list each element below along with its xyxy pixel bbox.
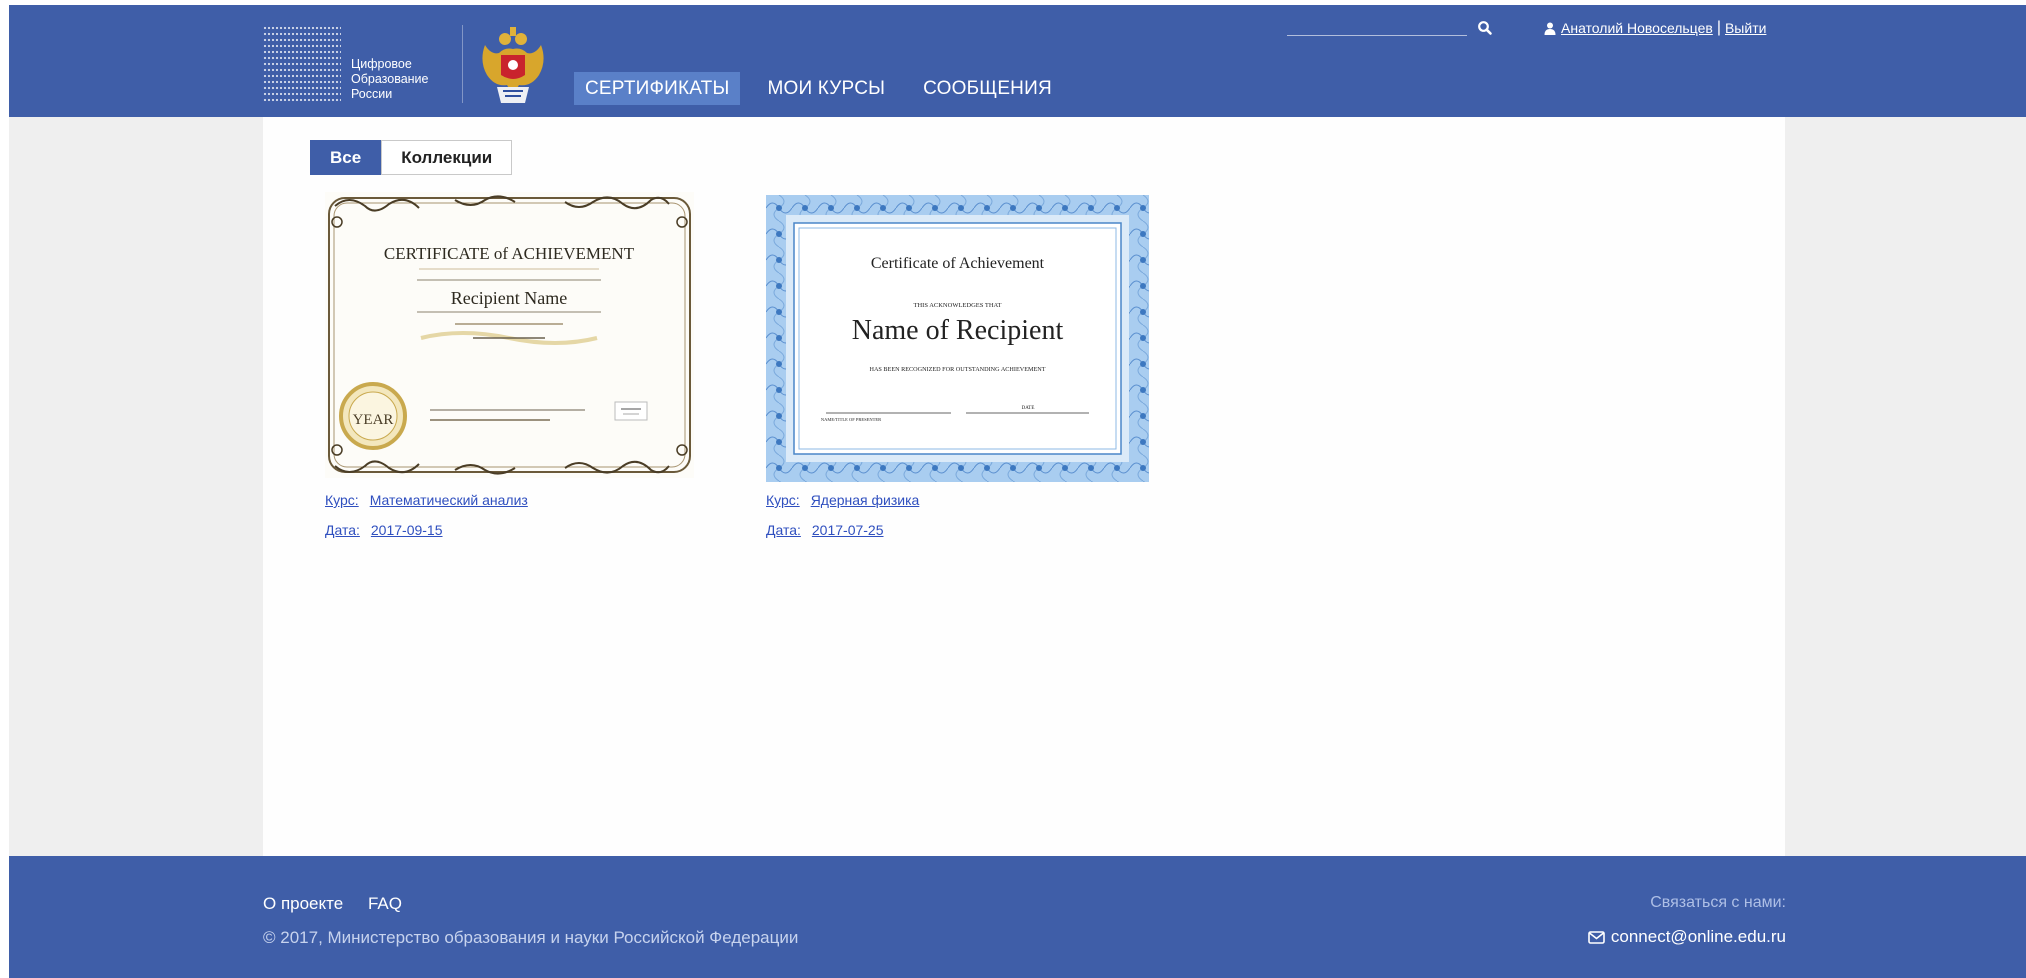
coat-of-arms-icon — [482, 27, 544, 103]
certificate-date: Дата: 2017-07-25 — [766, 522, 884, 538]
certificate-seal: YEAR — [353, 412, 394, 428]
contact-email-link[interactable]: connect@online.edu.ru — [1588, 927, 1786, 947]
search-input[interactable] — [1287, 18, 1467, 36]
tab-all[interactable]: Все — [310, 140, 382, 175]
contact-label: Связаться с нами: — [1650, 894, 1786, 911]
logo-divider — [462, 25, 463, 103]
main-content: Все Коллекции CERTIFICATE of ACHIEVEMENT… — [263, 117, 1785, 857]
certificate-course: Курс: Математический анализ — [325, 492, 528, 508]
course-link[interactable]: Математический анализ — [370, 492, 528, 508]
tab-collections[interactable]: Коллекции — [381, 140, 513, 175]
logout-link[interactable]: Выйти — [1725, 20, 1766, 36]
logo-dot-pattern — [263, 25, 341, 103]
course-label[interactable]: Курс: — [325, 492, 359, 508]
user-menu: Анатолий Новосельцев | Выйти — [1544, 19, 1766, 37]
user-profile-link[interactable]: Анатолий Новосельцев — [1561, 20, 1713, 36]
logo-line: России — [351, 87, 393, 101]
certificate-thumbnail[interactable]: Certificate of Achievement THIS ACKNOWLE… — [766, 195, 1149, 482]
date-link[interactable]: 2017-07-25 — [812, 522, 884, 538]
nav-my-courses[interactable]: МОИ КУРСЫ — [756, 72, 896, 105]
copyright-text: © 2017, Министерство образования и науки… — [263, 928, 799, 947]
search-icon[interactable] — [1477, 20, 1493, 36]
date-label[interactable]: Дата: — [766, 522, 801, 538]
footer-link-about[interactable]: О проекте — [263, 894, 343, 913]
nav-certificates[interactable]: СЕРТИФИКАТЫ — [574, 72, 741, 105]
certificate-sign-caption: NAME/TITLE OF PRESENTER — [821, 417, 881, 422]
certificate-date-caption: DATE — [1022, 406, 1035, 411]
certificate-card: Certificate of Achievement THIS ACKNOWLE… — [766, 195, 1149, 538]
site-footer: О проекте FAQ © 2017, Министерство образ… — [9, 856, 2026, 978]
certificate-recipient: Name of Recipient — [852, 315, 1064, 346]
certificate-recipient: Recipient Name — [451, 288, 567, 308]
logo-line: Образование — [351, 72, 429, 86]
date-link[interactable]: 2017-09-15 — [371, 522, 443, 538]
page-frame: Цифровое Образование России СЕРТИФИКАТЫ … — [9, 5, 2026, 978]
certificate-date: Дата: 2017-09-15 — [325, 522, 443, 538]
certificate-filter-tabs: Все Коллекции — [310, 140, 513, 175]
logo-line: Цифровое — [351, 57, 412, 71]
course-link[interactable]: Ядерная физика — [811, 492, 920, 508]
search-underline — [1287, 35, 1467, 36]
certificate-statement: HAS BEEN RECOGNIZED FOR OUTSTANDING ACHI… — [869, 366, 1045, 373]
user-menu-separator: | — [1716, 19, 1721, 36]
contact-email: connect@online.edu.ru — [1610, 927, 1786, 946]
site-logo-text[interactable]: Цифровое Образование России — [351, 57, 428, 102]
user-icon — [1544, 22, 1556, 35]
certificate-subheading: THIS ACKNOWLEDGES THAT — [914, 302, 1002, 309]
footer-link-faq[interactable]: FAQ — [368, 894, 402, 913]
site-header: Цифровое Образование России СЕРТИФИКАТЫ … — [9, 5, 2026, 117]
footer-links: О проекте FAQ — [263, 894, 422, 914]
main-nav: СЕРТИФИКАТЫ МОИ КУРСЫ СООБЩЕНИЯ — [574, 72, 1079, 105]
course-label[interactable]: Курс: — [766, 492, 800, 508]
nav-messages[interactable]: СООБЩЕНИЯ — [912, 72, 1063, 105]
certificate-heading: CERTIFICATE of ACHIEVEMENT — [384, 244, 635, 263]
certificate-thumbnail[interactable]: CERTIFICATE of ACHIEVEMENT Recipient Nam… — [325, 192, 694, 478]
certificate-card: CERTIFICATE of ACHIEVEMENT Recipient Nam… — [325, 192, 694, 538]
certificate-course: Курс: Ядерная физика — [766, 492, 919, 508]
envelope-icon — [1588, 930, 1605, 944]
certificate-heading: Certificate of Achievement — [871, 255, 1045, 272]
date-label[interactable]: Дата: — [325, 522, 360, 538]
